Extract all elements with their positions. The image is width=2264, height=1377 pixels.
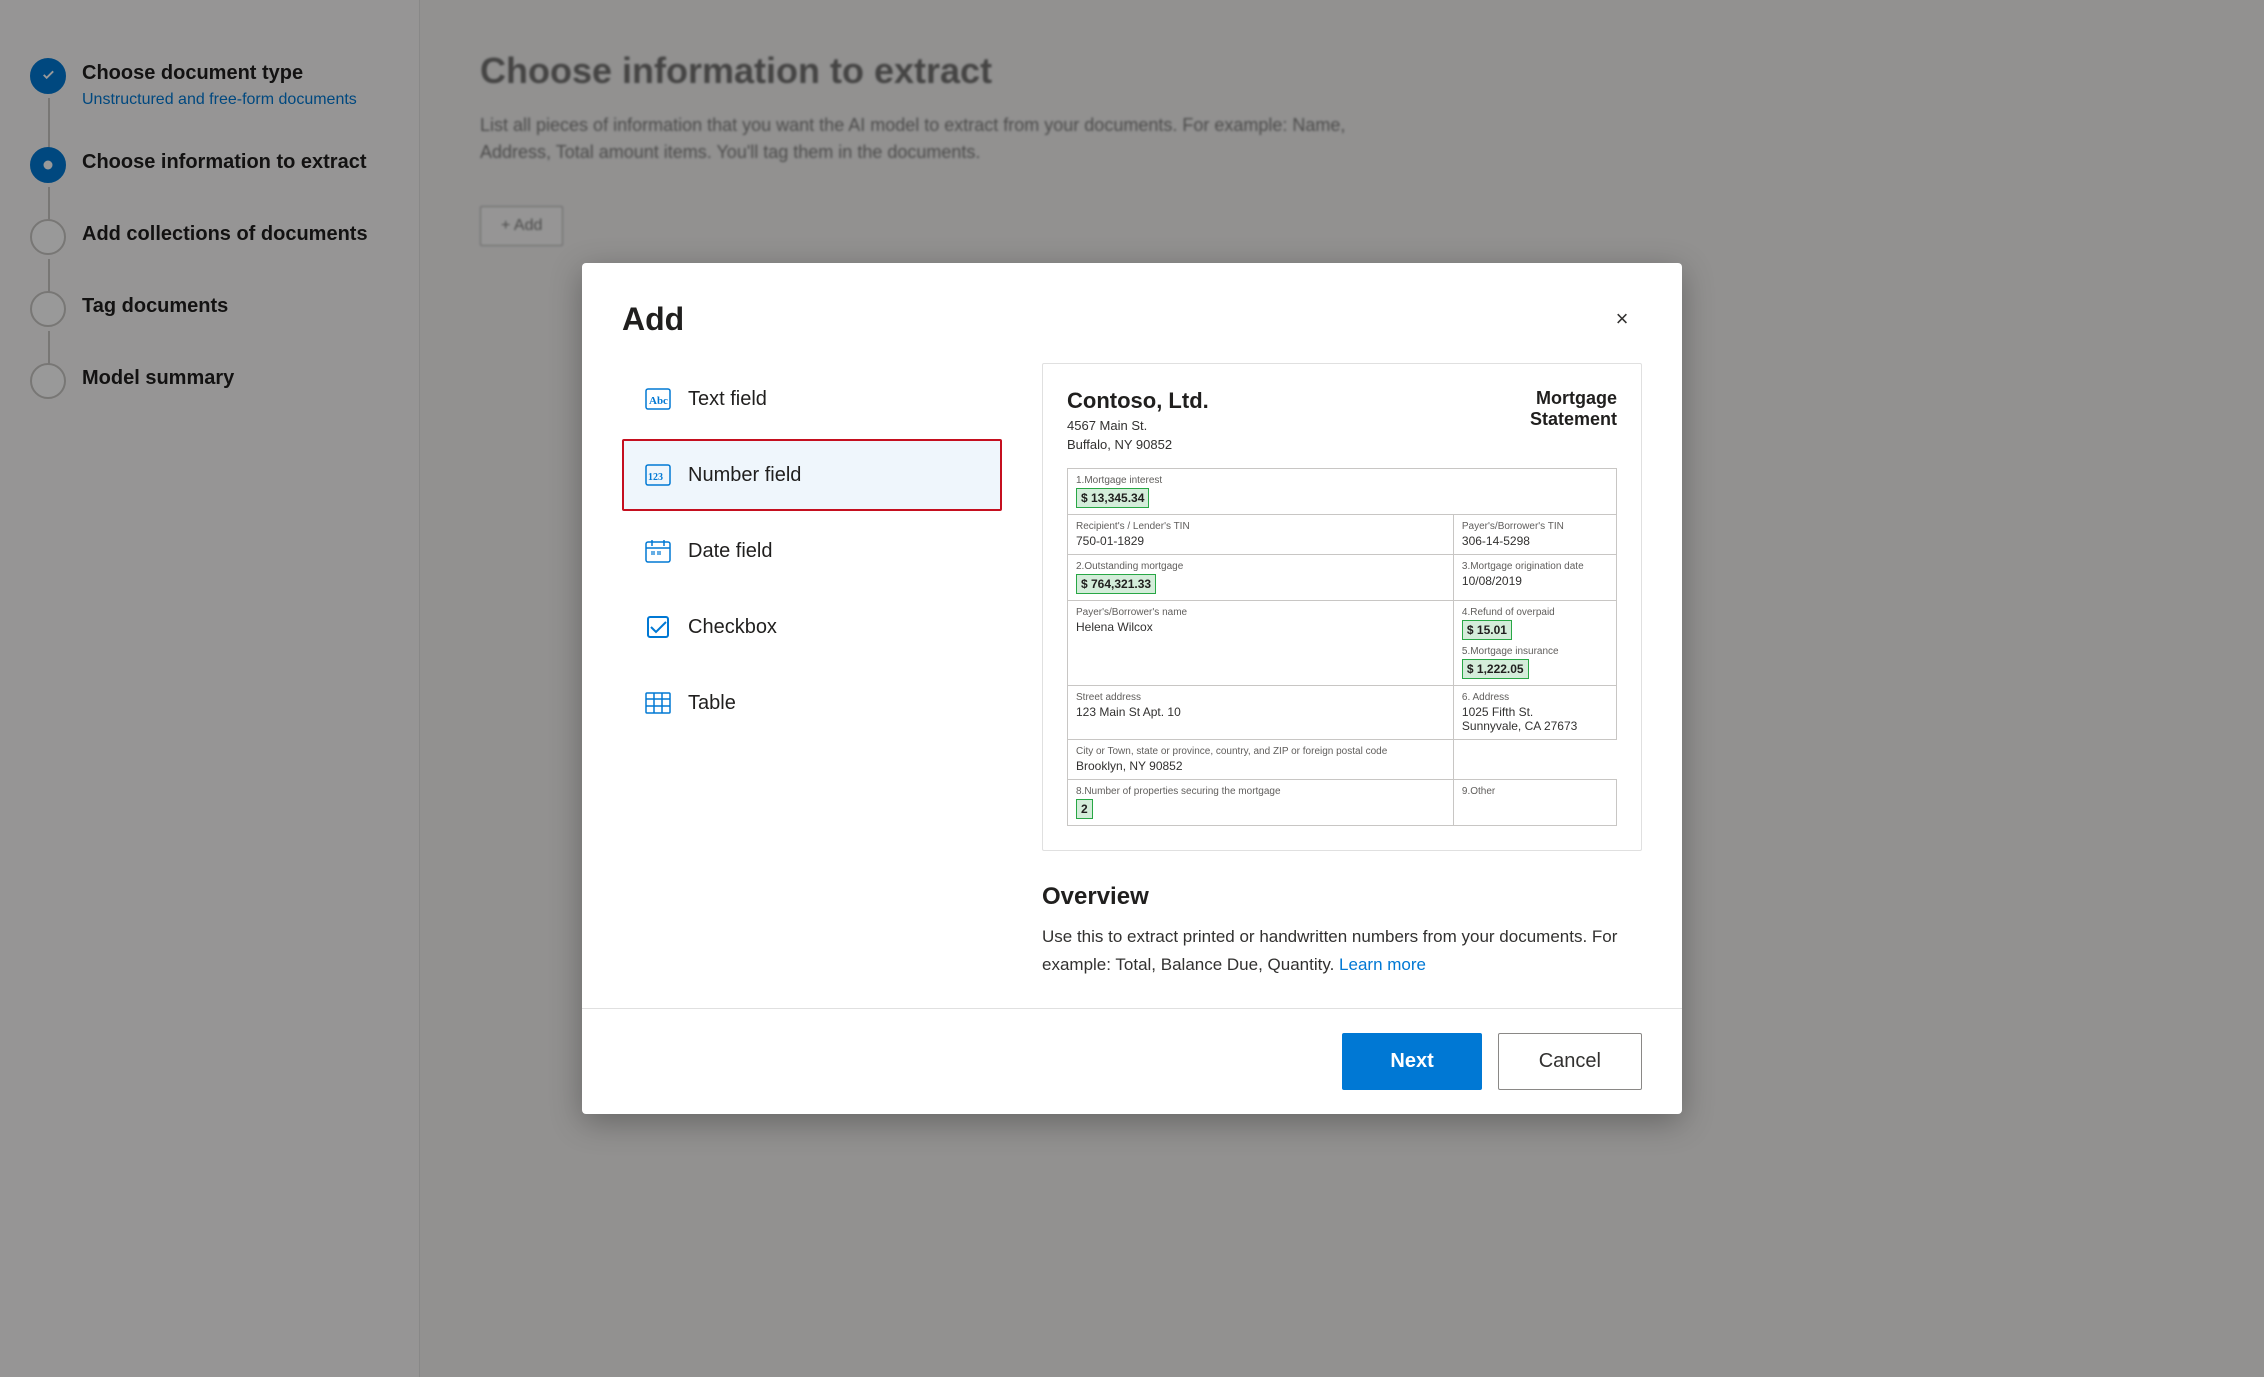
doc-cell-outstanding-mortgage: 2.Outstanding mortgage $ 764,321.33	[1068, 555, 1454, 601]
modal-dialog: Add × Abc Text field	[582, 263, 1682, 1113]
number-field-icon: 123	[644, 461, 672, 489]
table-icon	[644, 689, 672, 717]
modal-footer: Next Cancel	[582, 1008, 1682, 1114]
modal-title: Add	[622, 301, 684, 338]
doc-cell-mortgage-interest: 1.Mortgage interest $ 13,345.34	[1068, 469, 1617, 515]
checkbox-label: Checkbox	[688, 616, 777, 639]
modal-body: Abc Text field 123 Number field	[582, 363, 1682, 1007]
doc-cell-payer-name: Payer's/Borrower's name Helena Wilcox	[1068, 601, 1454, 686]
doc-header: Contoso, Ltd. 4567 Main St. Buffalo, NY …	[1067, 388, 1617, 452]
doc-cell-origination-date: 3.Mortgage origination date 10/08/2019	[1453, 555, 1616, 601]
overview-text: Use this to extract printed or handwritt…	[1042, 923, 1642, 977]
checkbox-icon	[644, 613, 672, 641]
overview-title: Overview	[1042, 883, 1642, 911]
doc-cell-recipient-tin: Recipient's / Lender's TIN 750-01-1829	[1068, 515, 1454, 555]
modal-header: Add ×	[582, 263, 1682, 363]
doc-cell-refund-insurance: 4.Refund of overpaid $ 15.01 5.Mortgage …	[1453, 601, 1616, 686]
doc-address-line1: 4567 Main St.	[1067, 418, 1209, 433]
doc-cell-other: 9.Other	[1453, 780, 1616, 826]
option-table[interactable]: Table	[622, 667, 1002, 739]
option-number-field[interactable]: 123 Number field	[622, 439, 1002, 511]
close-button[interactable]: ×	[1602, 299, 1642, 339]
cancel-button[interactable]: Cancel	[1498, 1033, 1642, 1090]
doc-company-name: Contoso, Ltd.	[1067, 388, 1209, 414]
learn-more-link[interactable]: Learn more	[1339, 955, 1426, 974]
document-preview: Contoso, Ltd. 4567 Main St. Buffalo, NY …	[1042, 363, 1642, 851]
options-list: Abc Text field 123 Number field	[622, 363, 1002, 977]
doc-table: 1.Mortgage interest $ 13,345.34 Recipien…	[1067, 468, 1617, 826]
doc-address-line2: Buffalo, NY 90852	[1067, 437, 1209, 452]
doc-cell-payer-tin: Payer's/Borrower's TIN 306-14-5298	[1453, 515, 1616, 555]
doc-cell-address-right: 6. Address 1025 Fifth St.Sunnyvale, CA 2…	[1453, 686, 1616, 740]
doc-cell-street-address: Street address 123 Main St Apt. 10	[1068, 686, 1454, 740]
doc-cell-city: City or Town, state or province, country…	[1068, 740, 1454, 780]
table-label: Table	[688, 692, 736, 715]
number-field-label: Number field	[688, 464, 801, 487]
doc-cell-properties: 8.Number of properties securing the mort…	[1068, 780, 1454, 826]
overview-section: Overview Use this to extract printed or …	[1042, 875, 1642, 977]
doc-statement-title: Mortgage Statement	[1530, 388, 1617, 430]
svg-text:Abc: Abc	[649, 395, 668, 407]
modal-overlay: Add × Abc Text field	[0, 0, 2264, 1377]
overview-description: Use this to extract printed or handwritt…	[1042, 927, 1617, 973]
option-text-field[interactable]: Abc Text field	[622, 363, 1002, 435]
text-field-label: Text field	[688, 388, 767, 411]
text-field-icon: Abc	[644, 385, 672, 413]
date-field-label: Date field	[688, 540, 773, 563]
svg-text:123: 123	[648, 472, 663, 483]
date-field-icon	[644, 537, 672, 565]
option-date-field[interactable]: Date field	[622, 515, 1002, 587]
next-button[interactable]: Next	[1342, 1033, 1481, 1090]
option-checkbox[interactable]: Checkbox	[622, 591, 1002, 663]
preview-panel: Contoso, Ltd. 4567 Main St. Buffalo, NY …	[1042, 363, 1642, 977]
doc-company-info: Contoso, Ltd. 4567 Main St. Buffalo, NY …	[1067, 388, 1209, 452]
